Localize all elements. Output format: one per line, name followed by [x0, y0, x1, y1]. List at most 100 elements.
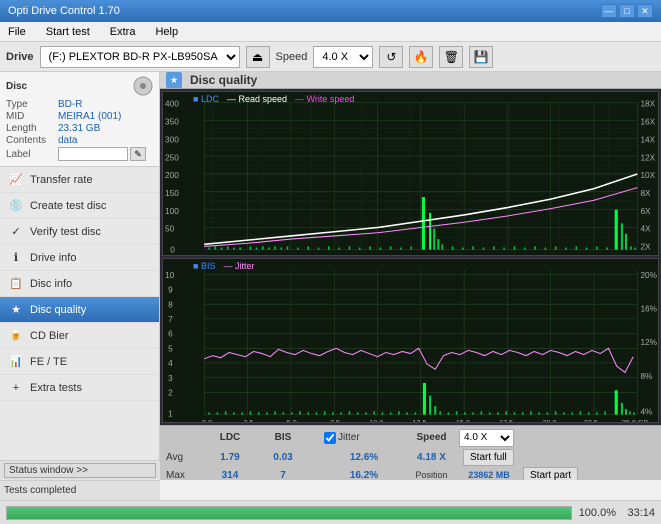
- disc-contents-row: Contents data: [6, 135, 153, 146]
- menu-file[interactable]: File: [4, 24, 30, 40]
- stats-max-bis: 7: [258, 470, 308, 480]
- speed-select[interactable]: 4.0 X: [313, 46, 373, 68]
- start-full-button[interactable]: Start full: [463, 449, 514, 466]
- sidebar-item-create-test-disc[interactable]: 💿 Create test disc: [0, 193, 159, 219]
- stats-avg-bis: 0.03: [258, 452, 308, 463]
- disc-mid-row: MID MEIRA1 (001): [6, 111, 153, 122]
- verify-test-disc-icon: ✓: [8, 224, 24, 240]
- erase-button[interactable]: 🗑: [439, 46, 463, 68]
- menu-bar: File Start test Extra Help: [0, 22, 661, 42]
- refresh-button[interactable]: ↺: [379, 46, 403, 68]
- stats-header-speed: Speed: [404, 432, 459, 443]
- svg-text:12%: 12%: [640, 337, 657, 347]
- sidebar-item-disc-quality[interactable]: ★ Disc quality: [0, 297, 159, 323]
- start-part-button[interactable]: Start part: [523, 467, 578, 480]
- status-window-button[interactable]: Status window >>: [4, 463, 156, 478]
- sidebar-item-extra-tests-label: Extra tests: [30, 382, 82, 394]
- svg-text:200: 200: [165, 170, 179, 180]
- svg-text:300: 300: [165, 134, 179, 144]
- disc-label-input[interactable]: [58, 147, 128, 161]
- sidebar-item-disc-quality-label: Disc quality: [30, 304, 86, 316]
- disc-info-icon: 📋: [8, 276, 24, 292]
- progress-bar: [6, 506, 572, 520]
- svg-text:22.5: 22.5: [584, 418, 598, 422]
- svg-text:16%: 16%: [640, 303, 657, 313]
- stats-max-jitter: 16.2%: [324, 470, 404, 480]
- app-title: Opti Drive Control 1.70: [8, 5, 120, 17]
- minimize-button[interactable]: —: [601, 4, 617, 18]
- svg-text:16X: 16X: [640, 116, 655, 126]
- sidebar-item-drive-info[interactable]: ℹ Drive info: [0, 245, 159, 271]
- svg-text:4%: 4%: [640, 406, 653, 416]
- maximize-button[interactable]: □: [619, 4, 635, 18]
- disc-mid-value: MEIRA1 (001): [58, 111, 153, 122]
- stats-speed-select[interactable]: 4.0 X: [459, 429, 514, 447]
- bottom-chart-svg: 10 9 8 7 6 5 4 3 2 1 20% 16% 12% 8% 4%: [163, 259, 658, 422]
- jitter-checkbox[interactable]: [324, 432, 336, 444]
- cd-bier-icon: 🍺: [8, 328, 24, 344]
- close-button[interactable]: ✕: [637, 4, 653, 18]
- sidebar-item-disc-info[interactable]: 📋 Disc info: [0, 271, 159, 297]
- create-test-disc-icon: 💿: [8, 198, 24, 214]
- stats-avg-jitter: 12.6%: [324, 452, 404, 463]
- svg-text:18X: 18X: [640, 99, 655, 109]
- toolbar: Drive (F:) PLEXTOR BD-R PX-LB950SA 1.06 …: [0, 42, 661, 72]
- svg-text:250: 250: [165, 152, 179, 162]
- svg-text:10: 10: [165, 270, 175, 280]
- disc-section-label: Disc: [6, 81, 27, 92]
- fe-te-icon: 📊: [8, 354, 24, 370]
- stats-max-label: Max: [166, 470, 202, 480]
- sidebar-item-fe-te-label: FE / TE: [30, 356, 67, 368]
- disc-type-label: Type: [6, 99, 58, 110]
- svg-text:7.5: 7.5: [330, 418, 340, 422]
- svg-text:17.5: 17.5: [499, 418, 513, 422]
- stats-max-ldc: 314: [202, 470, 258, 480]
- svg-text:8X: 8X: [640, 188, 651, 198]
- svg-text:6X: 6X: [640, 206, 651, 216]
- stats-max-position: 23862 MB: [459, 470, 519, 480]
- drive-select[interactable]: (F:) PLEXTOR BD-R PX-LB950SA 1.06: [40, 46, 240, 68]
- svg-text:2: 2: [168, 387, 173, 397]
- legend-write-speed: — Write speed: [295, 94, 354, 104]
- svg-text:6: 6: [168, 329, 173, 339]
- sidebar-item-transfer-rate-label: Transfer rate: [30, 174, 93, 186]
- sidebar-item-extra-tests[interactable]: + Extra tests: [0, 375, 159, 401]
- sidebar-item-cd-bier[interactable]: 🍺 CD Bier: [0, 323, 159, 349]
- label-edit-button[interactable]: ✎: [130, 147, 146, 161]
- svg-text:400: 400: [165, 99, 179, 109]
- sidebar-item-create-test-disc-label: Create test disc: [30, 200, 106, 212]
- drive-label: Drive: [6, 51, 34, 63]
- main-layout: Disc Type BD-R MID MEIRA1 (001) Length 2…: [0, 72, 661, 480]
- sidebar-item-verify-test-disc[interactable]: ✓ Verify test disc: [0, 219, 159, 245]
- extra-tests-icon: +: [8, 380, 24, 396]
- sidebar: Disc Type BD-R MID MEIRA1 (001) Length 2…: [0, 72, 160, 480]
- nav-items: 📈 Transfer rate 💿 Create test disc ✓ Ver…: [0, 167, 159, 401]
- top-chart-svg: 400 350 300 250 200 150 100 50 0 18X 16X…: [163, 92, 658, 255]
- disc-contents-label: Contents: [6, 135, 58, 146]
- save-button[interactable]: 💾: [469, 46, 493, 68]
- svg-text:12.5: 12.5: [413, 418, 427, 422]
- sidebar-item-fe-te[interactable]: 📊 FE / TE: [0, 349, 159, 375]
- sidebar-item-drive-info-label: Drive info: [30, 252, 76, 264]
- svg-text:2X: 2X: [640, 242, 651, 252]
- svg-text:50: 50: [165, 224, 175, 234]
- svg-text:8%: 8%: [640, 371, 653, 381]
- stats-avg-speed: 4.18 X: [404, 452, 459, 463]
- menu-start-test[interactable]: Start test: [42, 24, 94, 40]
- burn-button[interactable]: 🔥: [409, 46, 433, 68]
- chart-header: ★ Disc quality: [160, 72, 661, 89]
- svg-text:150: 150: [165, 188, 179, 198]
- sidebar-item-transfer-rate[interactable]: 📈 Transfer rate: [0, 167, 159, 193]
- speed-label: Speed: [276, 51, 308, 63]
- svg-text:25.0 GB: 25.0 GB: [622, 418, 649, 422]
- disc-length-row: Length 23.31 GB: [6, 123, 153, 134]
- disc-contents-value: data: [58, 135, 153, 146]
- jitter-checkbox-group: Jitter: [324, 432, 404, 444]
- disc-mid-label: MID: [6, 111, 58, 122]
- menu-extra[interactable]: Extra: [106, 24, 140, 40]
- menu-help[interactable]: Help: [151, 24, 182, 40]
- disc-quality-icon: ★: [8, 302, 24, 318]
- disc-type-row: Type BD-R: [6, 99, 153, 110]
- eject-button[interactable]: ⏏: [246, 46, 270, 68]
- disc-info-panel: Disc Type BD-R MID MEIRA1 (001) Length 2…: [0, 72, 159, 167]
